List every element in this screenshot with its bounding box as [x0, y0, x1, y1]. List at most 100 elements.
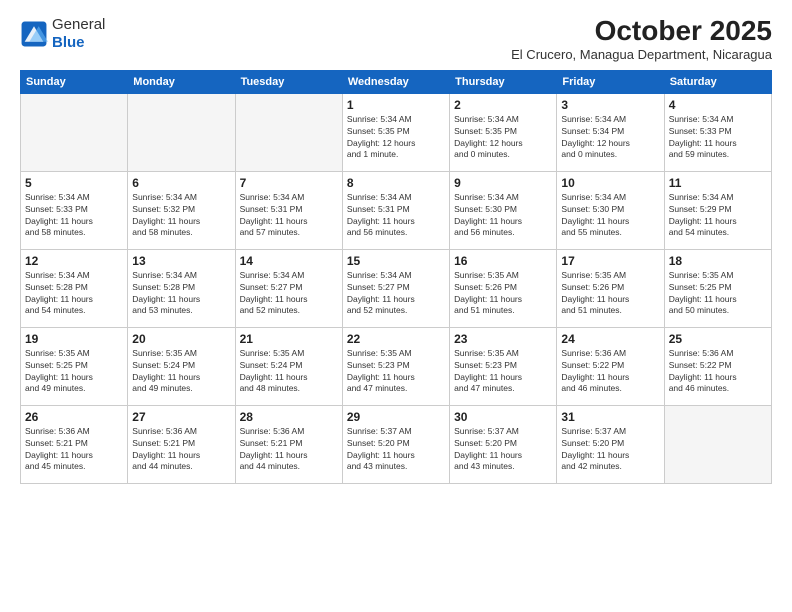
day-info: Sunrise: 5:35 AM Sunset: 5:24 PM Dayligh…	[132, 348, 230, 396]
day-info: Sunrise: 5:35 AM Sunset: 5:25 PM Dayligh…	[669, 270, 767, 318]
calendar-table: SundayMondayTuesdayWednesdayThursdayFrid…	[20, 70, 772, 484]
calendar-cell: 31 Sunrise: 5:37 AM Sunset: 5:20 PM Dayli…	[557, 405, 664, 483]
day-info: Sunrise: 5:34 AM Sunset: 5:30 PM Dayligh…	[561, 192, 659, 240]
day-info: Sunrise: 5:34 AM Sunset: 5:31 PM Dayligh…	[347, 192, 445, 240]
calendar-cell: 11 Sunrise: 5:34 AM Sunset: 5:29 PM Dayli…	[664, 171, 771, 249]
calendar-week-4: 19 Sunrise: 5:35 AM Sunset: 5:25 PM Dayli…	[21, 327, 772, 405]
day-number: 22	[347, 332, 445, 346]
day-info: Sunrise: 5:37 AM Sunset: 5:20 PM Dayligh…	[347, 426, 445, 474]
day-number: 19	[25, 332, 123, 346]
day-info: Sunrise: 5:36 AM Sunset: 5:22 PM Dayligh…	[561, 348, 659, 396]
page: General Blue October 2025 El Crucero, Ma…	[0, 0, 792, 612]
day-number: 12	[25, 254, 123, 268]
calendar-header-monday: Monday	[128, 70, 235, 93]
day-info: Sunrise: 5:36 AM Sunset: 5:21 PM Dayligh…	[132, 426, 230, 474]
day-number: 21	[240, 332, 338, 346]
day-number: 15	[347, 254, 445, 268]
day-number: 17	[561, 254, 659, 268]
calendar-header-friday: Friday	[557, 70, 664, 93]
calendar-cell: 7 Sunrise: 5:34 AM Sunset: 5:31 PM Daylig…	[235, 171, 342, 249]
calendar-cell: 28 Sunrise: 5:36 AM Sunset: 5:21 PM Dayli…	[235, 405, 342, 483]
day-info: Sunrise: 5:34 AM Sunset: 5:27 PM Dayligh…	[240, 270, 338, 318]
day-info: Sunrise: 5:35 AM Sunset: 5:25 PM Dayligh…	[25, 348, 123, 396]
day-number: 18	[669, 254, 767, 268]
calendar-cell: 4Sunrise: 5:34 AM Sunset: 5:33 PM Daylig…	[664, 93, 771, 171]
day-info: Sunrise: 5:34 AM Sunset: 5:31 PM Dayligh…	[240, 192, 338, 240]
calendar-cell: 17 Sunrise: 5:35 AM Sunset: 5:26 PM Dayli…	[557, 249, 664, 327]
calendar-cell: 20 Sunrise: 5:35 AM Sunset: 5:24 PM Dayli…	[128, 327, 235, 405]
day-number: 25	[669, 332, 767, 346]
day-info: Sunrise: 5:34 AM Sunset: 5:32 PM Dayligh…	[132, 192, 230, 240]
day-number: 28	[240, 410, 338, 424]
calendar-cell: 21 Sunrise: 5:35 AM Sunset: 5:24 PM Dayli…	[235, 327, 342, 405]
calendar-cell: 22 Sunrise: 5:35 AM Sunset: 5:23 PM Dayli…	[342, 327, 449, 405]
calendar-cell: 18 Sunrise: 5:35 AM Sunset: 5:25 PM Dayli…	[664, 249, 771, 327]
day-number: 20	[132, 332, 230, 346]
day-number: 16	[454, 254, 552, 268]
day-number: 26	[25, 410, 123, 424]
day-number: 3	[561, 98, 659, 112]
day-number: 31	[561, 410, 659, 424]
logo-icon	[20, 20, 48, 48]
month-title: October 2025	[511, 16, 772, 47]
day-number: 11	[669, 176, 767, 190]
day-number: 10	[561, 176, 659, 190]
calendar-cell	[235, 93, 342, 171]
day-number: 4	[669, 98, 767, 112]
calendar-cell: 12 Sunrise: 5:34 AM Sunset: 5:28 PM Dayli…	[21, 249, 128, 327]
calendar-cell	[128, 93, 235, 171]
day-info: Sunrise: 5:34 AM Sunset: 5:35 PM Dayligh…	[347, 114, 445, 162]
day-info: Sunrise: 5:35 AM Sunset: 5:23 PM Dayligh…	[454, 348, 552, 396]
day-info: Sunrise: 5:34 AM Sunset: 5:35 PM Dayligh…	[454, 114, 552, 162]
calendar-header-thursday: Thursday	[450, 70, 557, 93]
calendar-header-saturday: Saturday	[664, 70, 771, 93]
day-info: Sunrise: 5:36 AM Sunset: 5:21 PM Dayligh…	[25, 426, 123, 474]
calendar-week-5: 26 Sunrise: 5:36 AM Sunset: 5:21 PM Dayli…	[21, 405, 772, 483]
day-info: Sunrise: 5:34 AM Sunset: 5:28 PM Dayligh…	[132, 270, 230, 318]
day-info: Sunrise: 5:35 AM Sunset: 5:26 PM Dayligh…	[561, 270, 659, 318]
day-number: 7	[240, 176, 338, 190]
calendar-cell: 27 Sunrise: 5:36 AM Sunset: 5:21 PM Dayli…	[128, 405, 235, 483]
calendar-cell: 2Sunrise: 5:34 AM Sunset: 5:35 PM Daylig…	[450, 93, 557, 171]
logo-text: General Blue	[52, 16, 105, 52]
calendar-header-wednesday: Wednesday	[342, 70, 449, 93]
day-info: Sunrise: 5:34 AM Sunset: 5:27 PM Dayligh…	[347, 270, 445, 318]
day-number: 9	[454, 176, 552, 190]
calendar-cell: 26 Sunrise: 5:36 AM Sunset: 5:21 PM Dayli…	[21, 405, 128, 483]
calendar-week-3: 12 Sunrise: 5:34 AM Sunset: 5:28 PM Dayli…	[21, 249, 772, 327]
calendar-cell: 14 Sunrise: 5:34 AM Sunset: 5:27 PM Dayli…	[235, 249, 342, 327]
calendar-cell: 5Sunrise: 5:34 AM Sunset: 5:33 PM Daylig…	[21, 171, 128, 249]
logo-general: General	[52, 16, 105, 34]
day-info: Sunrise: 5:35 AM Sunset: 5:26 PM Dayligh…	[454, 270, 552, 318]
calendar-cell: 1Sunrise: 5:34 AM Sunset: 5:35 PM Daylig…	[342, 93, 449, 171]
day-info: Sunrise: 5:36 AM Sunset: 5:22 PM Dayligh…	[669, 348, 767, 396]
calendar-cell	[21, 93, 128, 171]
calendar-cell: 8Sunrise: 5:34 AM Sunset: 5:31 PM Daylig…	[342, 171, 449, 249]
calendar-cell: 15 Sunrise: 5:34 AM Sunset: 5:27 PM Dayli…	[342, 249, 449, 327]
day-info: Sunrise: 5:35 AM Sunset: 5:24 PM Dayligh…	[240, 348, 338, 396]
calendar-cell: 3Sunrise: 5:34 AM Sunset: 5:34 PM Daylig…	[557, 93, 664, 171]
day-number: 27	[132, 410, 230, 424]
day-number: 29	[347, 410, 445, 424]
calendar-cell: 9 Sunrise: 5:34 AM Sunset: 5:30 PM Daylig…	[450, 171, 557, 249]
calendar-header-sunday: Sunday	[21, 70, 128, 93]
location: El Crucero, Managua Department, Nicaragu…	[511, 47, 772, 62]
logo-blue: Blue	[52, 34, 105, 52]
calendar-cell: 10 Sunrise: 5:34 AM Sunset: 5:30 PM Dayli…	[557, 171, 664, 249]
calendar-cell: 25 Sunrise: 5:36 AM Sunset: 5:22 PM Dayli…	[664, 327, 771, 405]
calendar-cell: 23Sunrise: 5:35 AM Sunset: 5:23 PM Dayli…	[450, 327, 557, 405]
title-area: October 2025 El Crucero, Managua Departm…	[511, 16, 772, 62]
day-info: Sunrise: 5:34 AM Sunset: 5:28 PM Dayligh…	[25, 270, 123, 318]
day-info: Sunrise: 5:34 AM Sunset: 5:30 PM Dayligh…	[454, 192, 552, 240]
calendar-cell: 13Sunrise: 5:34 AM Sunset: 5:28 PM Dayli…	[128, 249, 235, 327]
day-info: Sunrise: 5:36 AM Sunset: 5:21 PM Dayligh…	[240, 426, 338, 474]
header: General Blue October 2025 El Crucero, Ma…	[20, 16, 772, 62]
day-number: 14	[240, 254, 338, 268]
day-info: Sunrise: 5:34 AM Sunset: 5:33 PM Dayligh…	[25, 192, 123, 240]
day-info: Sunrise: 5:35 AM Sunset: 5:23 PM Dayligh…	[347, 348, 445, 396]
day-number: 30	[454, 410, 552, 424]
calendar-cell: 29 Sunrise: 5:37 AM Sunset: 5:20 PM Dayli…	[342, 405, 449, 483]
day-info: Sunrise: 5:37 AM Sunset: 5:20 PM Dayligh…	[561, 426, 659, 474]
calendar-cell: 19 Sunrise: 5:35 AM Sunset: 5:25 PM Dayli…	[21, 327, 128, 405]
day-info: Sunrise: 5:34 AM Sunset: 5:29 PM Dayligh…	[669, 192, 767, 240]
